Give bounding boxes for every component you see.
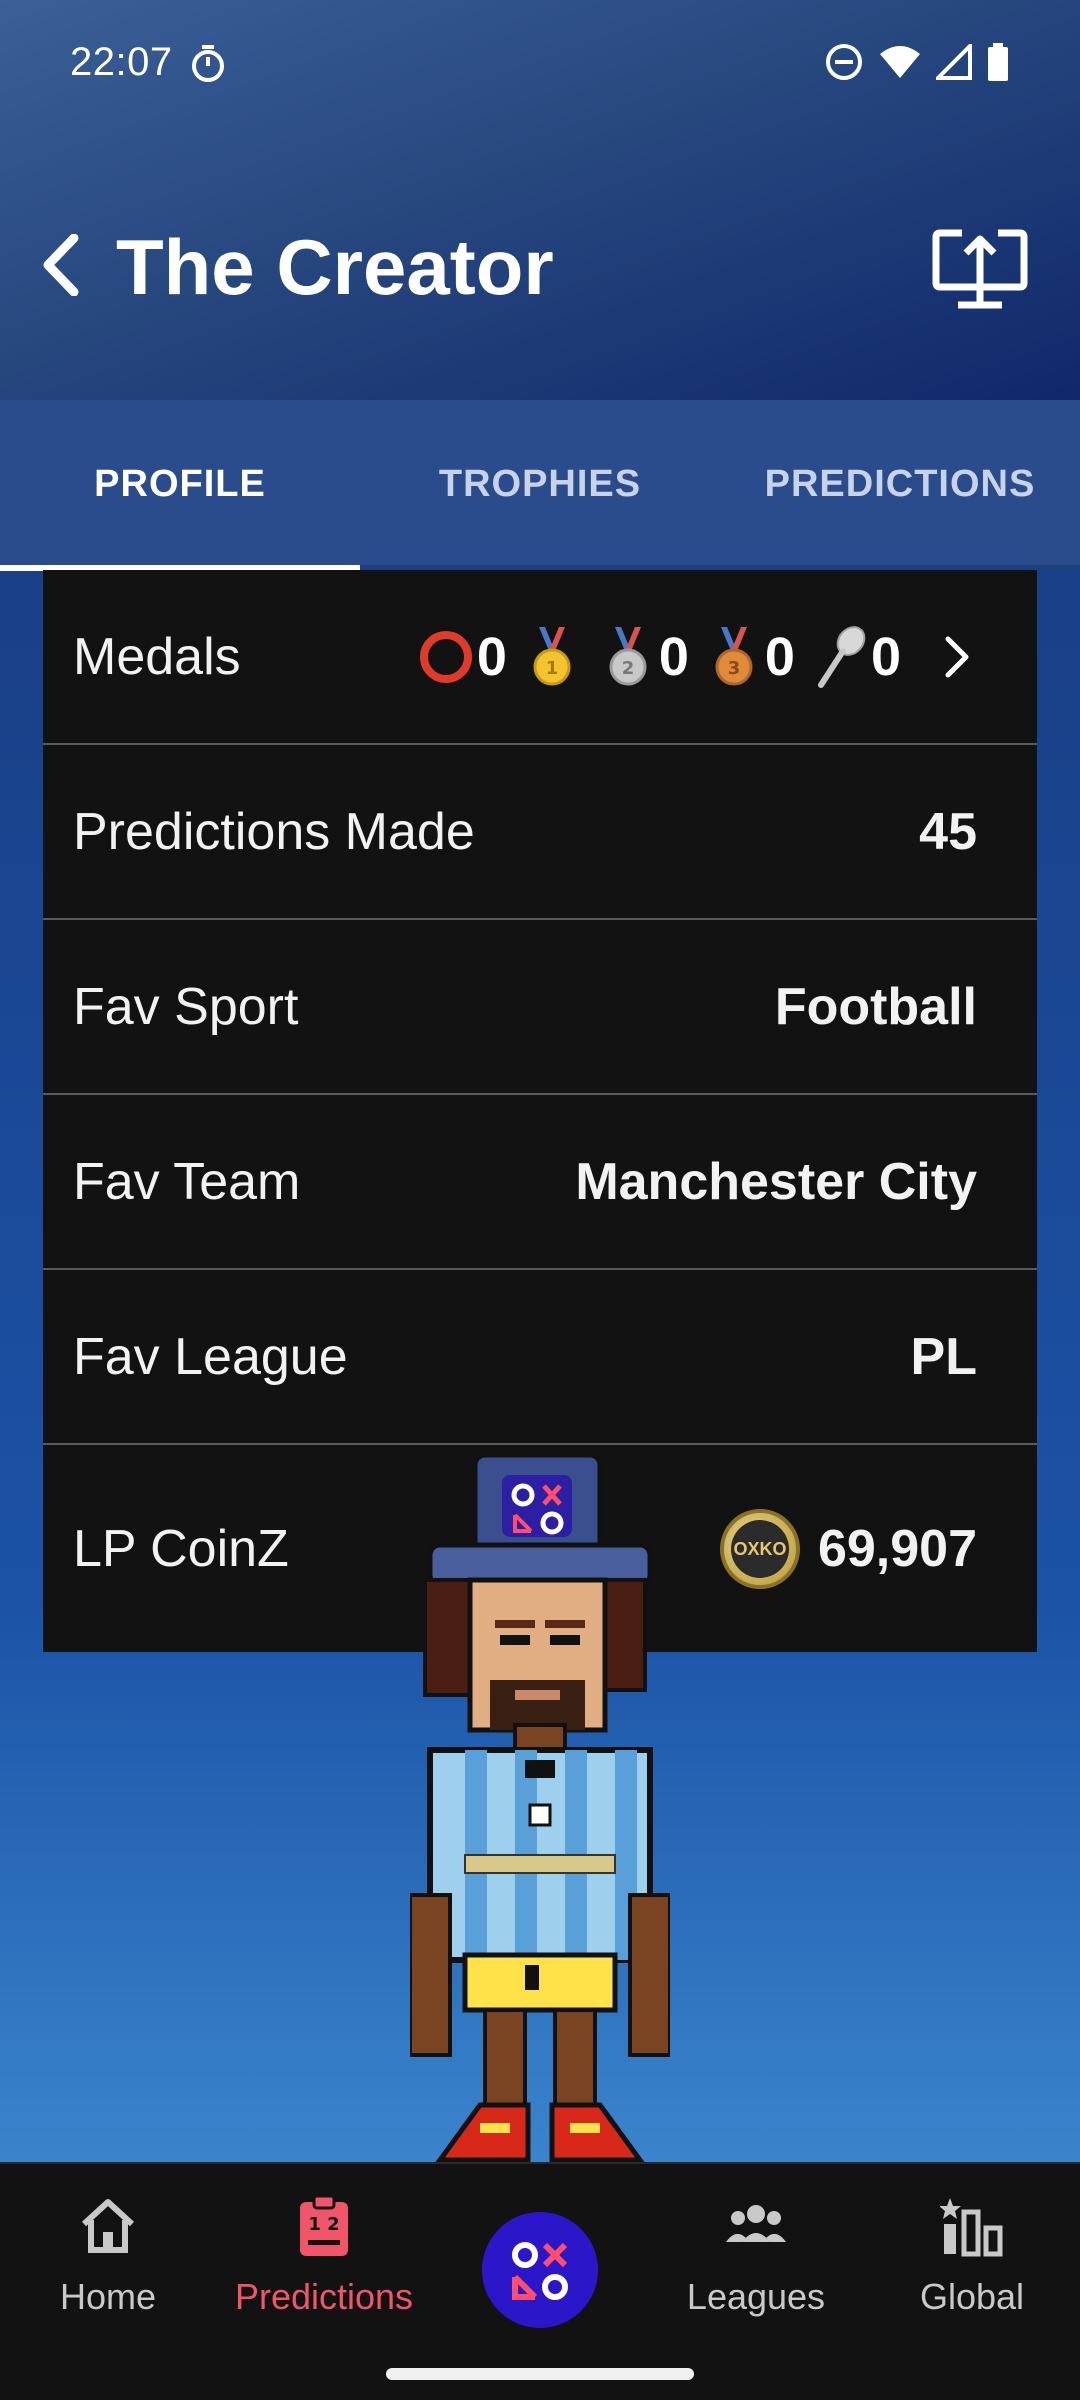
medal-count: 0 xyxy=(870,626,901,687)
medal-item: 1 xyxy=(525,625,583,689)
chevron-right-icon xyxy=(945,636,969,677)
battery-icon xyxy=(988,43,1008,81)
wifi-icon xyxy=(880,46,920,78)
tab-bar: PROFILE TROPHIES PREDICTIONS xyxy=(0,400,1080,571)
tab-trophies[interactable]: TROPHIES xyxy=(360,400,720,568)
medal-item: 3 0 xyxy=(707,625,795,689)
nav-leagues[interactable]: Leagues xyxy=(656,2194,856,2318)
page-title: The Creator xyxy=(116,223,554,311)
tab-label: PREDICTIONS xyxy=(764,462,1036,505)
silver-medal-icon: 2 xyxy=(609,626,647,685)
medals-chevron xyxy=(937,632,977,682)
header: 22:07 The Creator xyxy=(0,0,1080,400)
predictions-made-label: Predictions Made xyxy=(73,802,475,861)
medal-count: 0 xyxy=(658,626,689,687)
lp-coinz-label: LP CoinZ xyxy=(73,1519,289,1578)
bottom-nav: Home 1 2 Predictions Leagues Global xyxy=(0,2162,1080,2400)
leaderboard-icon xyxy=(940,2198,1003,2257)
lp-coinz-value: 69,907 xyxy=(817,1519,977,1578)
fav-team-row: Fav Team Manchester City xyxy=(43,1095,1037,1270)
status-bar: 22:07 xyxy=(0,38,1080,94)
fav-league-row: Fav League PL xyxy=(43,1270,1037,1445)
predictions-made-value: 45 xyxy=(919,802,977,861)
home-icon xyxy=(81,2199,135,2253)
medal-count: 0 xyxy=(764,626,795,687)
medal-item: 2 0 xyxy=(601,625,689,689)
medals-list: 0 1 2 0 3 0 0 xyxy=(407,625,977,689)
medal-item: 0 xyxy=(813,625,901,689)
status-time: 22:07 xyxy=(70,40,173,84)
tab-profile[interactable]: PROFILE xyxy=(0,400,360,571)
oxko-logo-icon xyxy=(512,2242,568,2300)
gold-medal-icon: 1 xyxy=(533,626,571,685)
fav-team-value: Manchester City xyxy=(575,1152,977,1211)
back-button[interactable] xyxy=(30,230,90,300)
nav-label: Predictions xyxy=(234,2276,414,2317)
svg-text:1: 1 xyxy=(546,658,559,679)
fav-sport-row: Fav Sport Football xyxy=(43,920,1037,1095)
fav-sport-label: Fav Sport xyxy=(73,977,299,1036)
tab-label: PROFILE xyxy=(94,462,266,505)
fav-team-label: Fav Team xyxy=(73,1152,301,1211)
lp-coinz-value-group: OX KO 69,907 xyxy=(719,1508,977,1589)
clipboard-icon: 1 2 xyxy=(300,2194,348,2256)
ring-icon xyxy=(419,630,472,683)
predictions-made-row: Predictions Made 45 xyxy=(43,745,1037,920)
home-indicator[interactable] xyxy=(386,2368,694,2380)
fav-league-value: PL xyxy=(910,1327,977,1386)
bronze-medal-icon: 3 xyxy=(715,626,753,685)
nav-home[interactable]: Home xyxy=(8,2194,208,2318)
nav-global[interactable]: Global xyxy=(872,2194,1072,2318)
title-row: The Creator xyxy=(0,210,1080,320)
fav-league-label: Fav League xyxy=(73,1327,348,1386)
oxko-center-button[interactable] xyxy=(482,2212,598,2328)
svg-text:1 2: 1 2 xyxy=(308,2214,339,2235)
medals-row[interactable]: Medals 0 1 2 0 3 0 0 xyxy=(43,570,1037,745)
status-icons xyxy=(824,42,1010,82)
medals-label: Medals xyxy=(73,627,241,686)
tab-label: TROPHIES xyxy=(438,462,642,505)
chevron-left-icon xyxy=(43,234,79,296)
fav-sport-value: Football xyxy=(774,977,977,1036)
coin-face: OX KO xyxy=(730,1519,789,1578)
nav-label: Home xyxy=(59,2276,157,2317)
group-icon xyxy=(726,2205,786,2242)
nav-label: Leagues xyxy=(686,2276,826,2317)
do-not-disturb-icon xyxy=(826,44,862,80)
wooden-spoon-icon xyxy=(817,625,866,688)
svg-text:2: 2 xyxy=(622,658,635,679)
pixel-avatar xyxy=(410,1455,670,2163)
signal-icon xyxy=(936,44,972,80)
share-button[interactable] xyxy=(930,218,1030,318)
share-screen-icon xyxy=(932,229,1028,309)
medal-count: 0 xyxy=(476,626,507,687)
stopwatch-icon xyxy=(192,45,224,82)
coin-icon: OX KO xyxy=(719,1508,800,1589)
coin-text-bottom: KO xyxy=(759,1538,787,1559)
nav-label: Global xyxy=(919,2276,1025,2317)
medal-item: 0 xyxy=(419,625,507,689)
coin-text-top: OX xyxy=(733,1538,760,1559)
svg-text:3: 3 xyxy=(728,658,741,679)
nav-predictions[interactable]: 1 2 Predictions xyxy=(224,2194,424,2318)
tab-predictions[interactable]: PREDICTIONS xyxy=(720,400,1080,568)
